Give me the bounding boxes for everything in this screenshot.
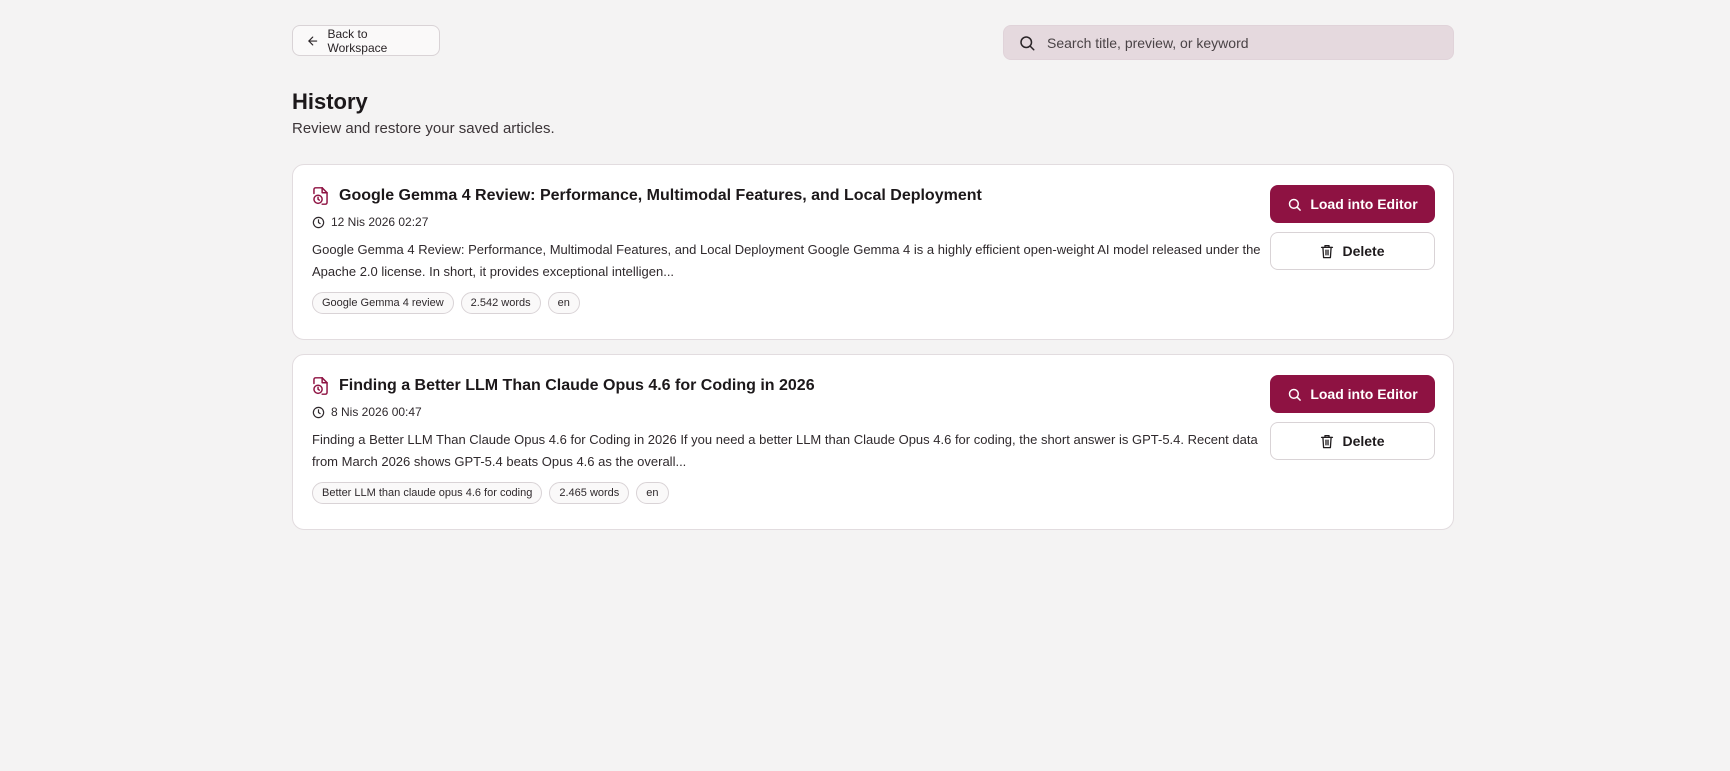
history-page: Back to Workspace History Review and res… (0, 0, 1730, 771)
top-bar: Back to Workspace (292, 25, 1454, 60)
article-card: Finding a Better LLM Than Claude Opus 4.… (292, 354, 1454, 530)
search-icon (1289, 198, 1302, 211)
article-preview: Google Gemma 4 Review: Performance, Mult… (312, 242, 1261, 279)
article-actions: Load into Editor Delete (1270, 185, 1435, 270)
language-tag: en (636, 482, 669, 504)
article-tags: Better LLM than claude opus 4.6 for codi… (312, 482, 1434, 504)
article-actions: Load into Editor Delete (1270, 375, 1435, 460)
keyword-tag: Google Gemma 4 review (312, 292, 454, 314)
word-count-tag: 2.542 words (460, 292, 541, 314)
search-input[interactable] (1047, 34, 1427, 51)
article-preview: Finding a Better LLM Than Claude Opus 4.… (312, 432, 1258, 469)
trash-icon (1321, 434, 1334, 448)
delete-button-label: Delete (1342, 243, 1385, 259)
search-icon (1020, 35, 1035, 50)
document-history-icon (313, 377, 328, 395)
search-icon (1289, 388, 1302, 401)
article-list: Google Gemma 4 Review: Performance, Mult… (292, 164, 1454, 530)
article-date-row: 12 Nis 2026 02:27 (312, 214, 1434, 230)
clock-icon (312, 216, 325, 228)
delete-button-label: Delete (1342, 433, 1385, 449)
arrow-left-icon (308, 36, 318, 45)
word-count-tag: 2.465 words (549, 482, 630, 504)
article-date-row: 8 Nis 2026 00:47 (312, 404, 1434, 420)
page-title: History (292, 89, 368, 114)
article-title-row: Finding a Better LLM Than Claude Opus 4.… (312, 375, 1434, 397)
load-button-label: Load into Editor (1310, 196, 1418, 212)
article-title: Google Gemma 4 Review: Performance, Mult… (339, 187, 982, 204)
article-card: Google Gemma 4 Review: Performance, Mult… (292, 164, 1454, 340)
delete-button[interactable]: Delete (1270, 232, 1435, 270)
clock-icon (312, 406, 325, 418)
article-title-row: Google Gemma 4 Review: Performance, Mult… (312, 185, 1434, 207)
document-history-icon (313, 187, 328, 205)
load-into-editor-button[interactable]: Load into Editor (1270, 185, 1435, 223)
article-date: 8 Nis 2026 00:47 (331, 405, 422, 419)
back-button-label: Back to Workspace (327, 26, 388, 55)
page-subtitle: Review and restore your saved articles. (292, 120, 555, 137)
load-button-label: Load into Editor (1310, 386, 1418, 402)
search-box[interactable] (1003, 25, 1454, 60)
history-container: Back to Workspace History Review and res… (292, 25, 1454, 530)
language-tag: en (547, 292, 580, 314)
article-tags: Google Gemma 4 review 2.542 words en (312, 292, 1434, 314)
back-to-workspace-button[interactable]: Back to Workspace (292, 25, 440, 56)
load-into-editor-button[interactable]: Load into Editor (1270, 375, 1435, 413)
article-date: 12 Nis 2026 02:27 (331, 215, 429, 229)
article-title: Finding a Better LLM Than Claude Opus 4.… (339, 377, 815, 394)
keyword-tag: Better LLM than claude opus 4.6 for codi… (312, 482, 543, 504)
trash-icon (1321, 244, 1334, 258)
delete-button[interactable]: Delete (1270, 422, 1435, 460)
